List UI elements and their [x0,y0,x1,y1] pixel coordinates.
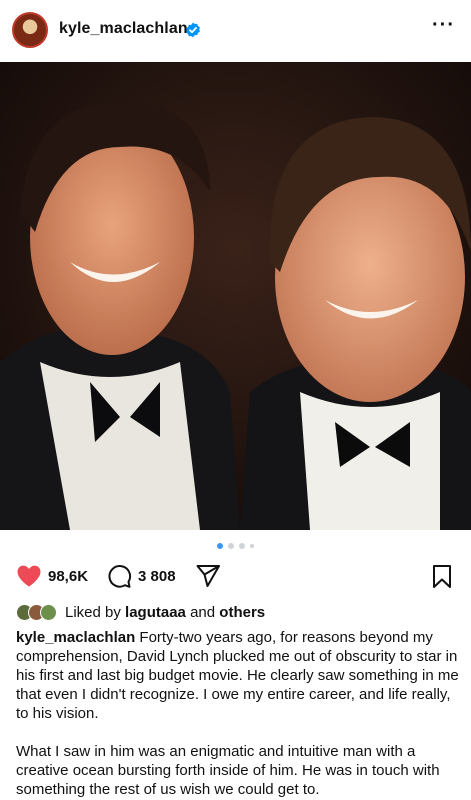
comments-count: 3 808 [138,568,176,585]
post-header: kyle_maclachlan ··· [0,0,471,62]
carousel-dot [228,543,234,549]
share-button[interactable] [196,564,221,588]
heart-filled-icon [17,565,41,587]
post-caption: kyle_maclachlan Forty-two years ago, for… [16,628,461,799]
comment-icon [108,565,132,588]
liked-by-others[interactable]: others [219,604,265,621]
liked-by-prefix: Liked by [65,604,121,621]
action-bar: 98,6K 3 808 [0,562,471,592]
likes-count: 98,6K [48,567,89,585]
liked-by-avatars [16,604,57,621]
carousel-indicator [0,543,471,549]
verified-badge-icon [186,22,200,38]
bookmark-icon [433,565,451,588]
more-horizontal-icon[interactable]: ··· [432,14,455,37]
avatar [40,604,57,621]
post-username[interactable]: kyle_maclachlan [59,20,188,38]
caption-username[interactable]: kyle_maclachlan [16,629,135,646]
comment-button[interactable]: 3 808 [107,564,176,589]
paper-plane-icon [196,565,220,587]
carousel-dot [239,543,245,549]
like-button[interactable]: 98,6K [16,564,88,588]
liked-by-row[interactable]: Liked by lagutaaa and others [16,604,265,621]
caption-paragraph-2: What I saw in him was an enigmatic and i… [16,743,440,798]
liked-by-user[interactable]: lagutaaa [125,604,186,621]
carousel-dot [250,544,254,548]
avatar[interactable] [12,12,48,48]
save-button[interactable] [431,564,453,589]
photo-image [0,62,471,530]
post-photo[interactable] [0,62,471,530]
carousel-dot-active [217,543,223,549]
liked-by-connector: and [190,604,216,621]
